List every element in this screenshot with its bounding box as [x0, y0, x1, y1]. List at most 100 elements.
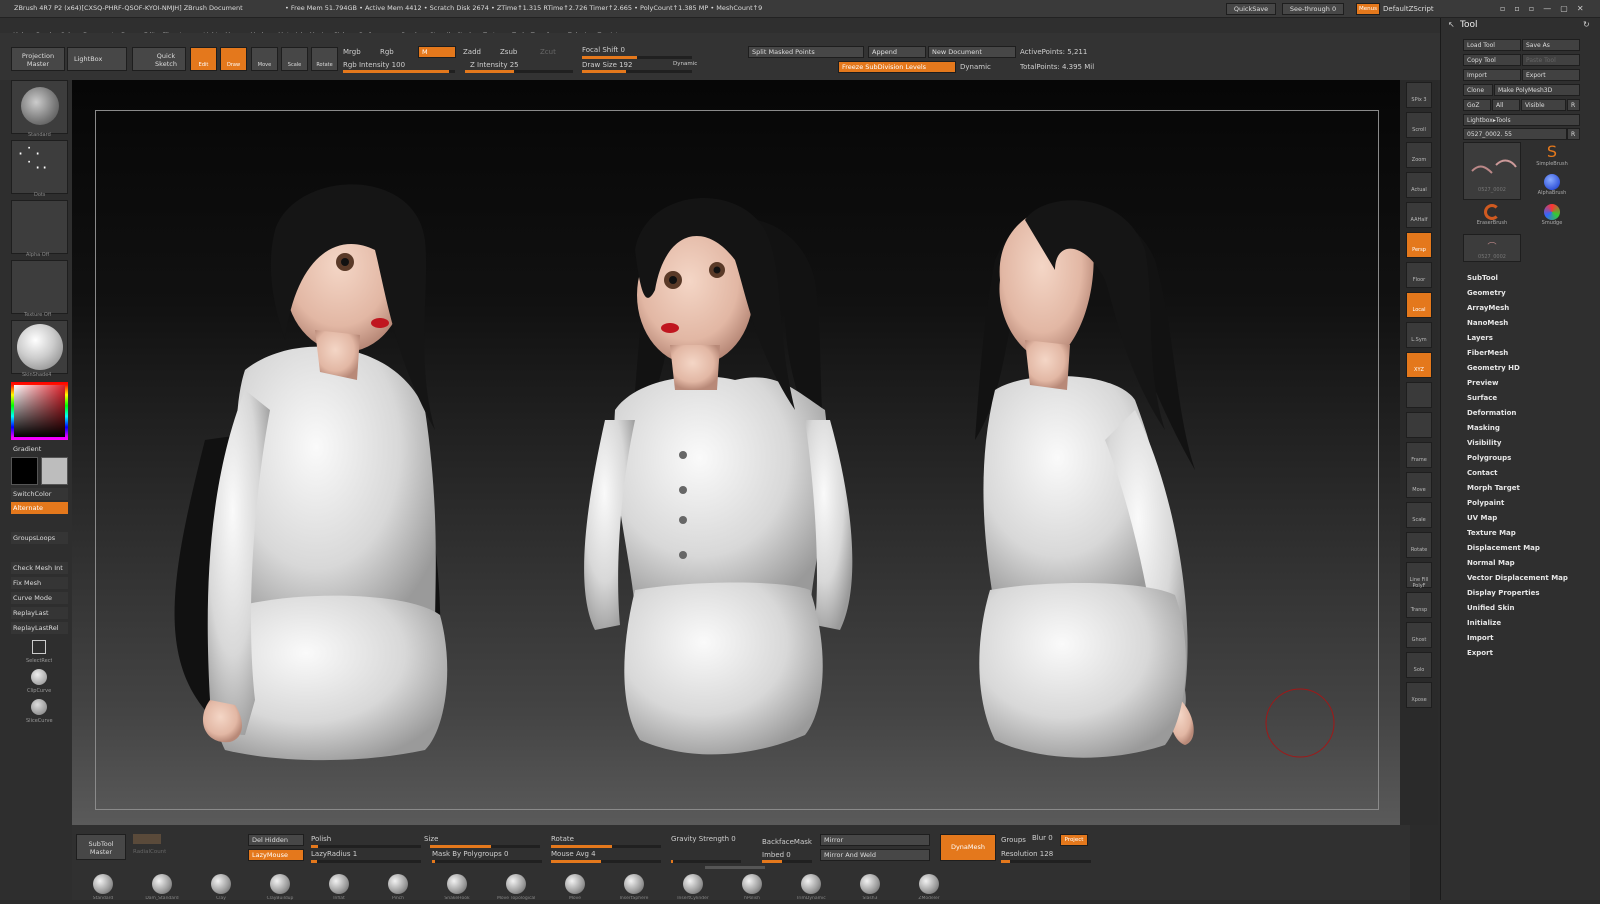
current-tool-r-button[interactable]: R	[1567, 128, 1580, 140]
brush-clay[interactable]: Clay	[202, 872, 240, 904]
freeze-subdivision-button[interactable]: Freeze SubDivision Levels	[838, 61, 956, 73]
tool-section-normal-map[interactable]: Normal Map	[1467, 559, 1515, 567]
brush-zmodeler[interactable]: ZModeler	[910, 872, 948, 904]
mrgb-button[interactable]: Mrgb	[343, 48, 361, 56]
clone-button[interactable]: Clone	[1463, 84, 1493, 96]
paste-tool-button[interactable]: Paste Tool	[1522, 54, 1580, 66]
right-shelf-btn-2[interactable]: Zoom	[1406, 142, 1432, 168]
import-button[interactable]: Import	[1463, 69, 1521, 81]
mirror-button[interactable]: Mirror	[820, 834, 930, 846]
tool-section-morph-target[interactable]: Morph Target	[1467, 484, 1520, 492]
tool-section-unified-skin[interactable]: Unified Skin	[1467, 604, 1515, 612]
tool-section-display-properties[interactable]: Display Properties	[1467, 589, 1540, 597]
brush-claybuildup[interactable]: ClayBuildup	[261, 872, 299, 904]
gravity-slider[interactable]	[671, 860, 741, 863]
lightbox-tools-button[interactable]: Lightbox▸Tools	[1463, 114, 1580, 126]
tool-section-texture-map[interactable]: Texture Map	[1467, 529, 1516, 537]
select-rect-icon[interactable]	[32, 640, 46, 654]
right-shelf-btn-9[interactable]: XYZ	[1406, 352, 1432, 378]
polish-slider[interactable]	[311, 845, 421, 848]
clip-curve-icon[interactable]	[31, 669, 47, 685]
brush-move-topological[interactable]: Move Topological	[497, 872, 535, 904]
dynamic-subdiv-toggle[interactable]: Dynamic	[960, 63, 991, 71]
tool-section-polygroups[interactable]: Polygroups	[1467, 454, 1511, 462]
split-masked-points-button[interactable]: Split Masked Points	[748, 46, 864, 58]
mouse-avg-slider[interactable]	[551, 860, 661, 863]
right-shelf-btn-7[interactable]: Local	[1406, 292, 1432, 318]
tool-section-fibermesh[interactable]: FiberMesh	[1467, 349, 1508, 357]
texture-thumbnail[interactable]	[11, 260, 68, 314]
right-shelf-btn-5[interactable]: Persp	[1406, 232, 1432, 258]
tool-section-import[interactable]: Import	[1467, 634, 1494, 642]
tool-thumb-main[interactable]: 0527_0002	[1463, 142, 1521, 200]
check-mesh-button[interactable]: Check Mesh Int	[11, 562, 68, 574]
stroke-thumbnail[interactable]: ·˙· ˙··	[11, 140, 68, 194]
fix-mesh-button[interactable]: Fix Mesh	[11, 577, 68, 589]
window-controls[interactable]: ▫▫▫—▢✕	[1500, 4, 1596, 14]
switch-color-button[interactable]: SwitchColor	[11, 488, 68, 500]
current-tool-slider[interactable]: 0527_0002. 55	[1463, 128, 1567, 140]
right-shelf-btn-20[interactable]: Xpose	[1406, 682, 1432, 708]
lightbox-button[interactable]: LightBox	[67, 47, 127, 71]
quick-sketch-button[interactable]: Quick Sketch	[132, 47, 186, 71]
rotate-slider[interactable]	[551, 845, 661, 848]
scale-button[interactable]: Scale	[281, 47, 308, 71]
rotate-button[interactable]: Rotate	[311, 47, 338, 71]
right-shelf-btn-18[interactable]: Ghost	[1406, 622, 1432, 648]
tool-section-geometry[interactable]: Geometry	[1467, 289, 1506, 297]
tool-section-contact[interactable]: Contact	[1467, 469, 1498, 477]
brush-slash3[interactable]: Slash3	[851, 872, 889, 904]
right-shelf-btn-4[interactable]: AAHalf	[1406, 202, 1432, 228]
imbed-slider[interactable]	[762, 860, 812, 863]
right-shelf-btn-3[interactable]: Actual	[1406, 172, 1432, 198]
tool-thumb-secondary[interactable]: ⌒ 0527_0002	[1463, 234, 1521, 262]
sculpt-model[interactable]	[95, 110, 1379, 810]
tool-section-vector-displacement-map[interactable]: Vector Displacement Map	[1467, 574, 1568, 582]
dynamic-toggle[interactable]: Dynamic	[673, 61, 697, 67]
new-document-button[interactable]: New Document	[928, 46, 1016, 58]
lazyradius-slider[interactable]	[311, 860, 421, 863]
replay-last-button[interactable]: ReplayLast	[11, 607, 68, 619]
brush-trimdynamic[interactable]: TrimDynamic	[792, 872, 830, 904]
tool-section-displacement-map[interactable]: Displacement Map	[1467, 544, 1540, 552]
groups-toggle[interactable]: Groups	[1001, 836, 1026, 844]
tool-section-arraymesh[interactable]: ArrayMesh	[1467, 304, 1509, 312]
tool-section-layers[interactable]: Layers	[1467, 334, 1493, 342]
brush-standard[interactable]: Standard	[84, 872, 122, 904]
export-button[interactable]: Export	[1522, 69, 1580, 81]
mirror-and-weld-button[interactable]: Mirror And Weld	[820, 849, 930, 861]
right-shelf-btn-19[interactable]: Solo	[1406, 652, 1432, 678]
m-button[interactable]: M	[418, 46, 456, 58]
see-through-slider[interactable]: See-through 0	[1282, 3, 1344, 15]
tool-thumb-smudge[interactable]: Smudge	[1527, 204, 1577, 234]
brush-pinch[interactable]: Pinch	[379, 872, 417, 904]
lazymouse-button[interactable]: LazyMouse	[248, 849, 304, 861]
edit-button[interactable]: Edit	[190, 47, 217, 71]
append-button[interactable]: Append	[868, 46, 926, 58]
draw-size-slider[interactable]	[582, 70, 692, 73]
dynamesh-button[interactable]: DynaMesh	[940, 834, 996, 861]
brush-thumbnail[interactable]	[11, 80, 68, 134]
right-shelf-btn-8[interactable]: L.Sym	[1406, 322, 1432, 348]
right-shelf-btn-6[interactable]: Floor	[1406, 262, 1432, 288]
brush-insertsphere[interactable]: InsertSphere	[615, 872, 653, 904]
radial-count-slider[interactable]: RadialCount	[133, 849, 166, 855]
tool-section-uv-map[interactable]: UV Map	[1467, 514, 1497, 522]
brush-snakehook[interactable]: SnakeHook	[438, 872, 476, 904]
pin-icon[interactable]: ↖	[1448, 20, 1455, 29]
alternate-button[interactable]: Alternate	[11, 502, 68, 514]
gradient-toggle[interactable]: Gradient	[11, 443, 68, 455]
tool-section-polypaint[interactable]: Polypaint	[1467, 499, 1504, 507]
curve-mode-button[interactable]: Curve Mode	[11, 592, 68, 604]
copy-tool-button[interactable]: Copy Tool	[1463, 54, 1521, 66]
draw-button[interactable]: Draw	[220, 47, 247, 71]
size-slider[interactable]	[430, 845, 540, 848]
goz-button[interactable]: GoZ	[1463, 99, 1491, 111]
right-shelf-btn-16[interactable]: Line Fill PolyF	[1406, 562, 1432, 589]
tool-thumb-simplebrush[interactable]: S SimpleBrush	[1527, 142, 1577, 172]
right-shelf-btn-13[interactable]: Move	[1406, 472, 1432, 498]
tool-section-masking[interactable]: Masking	[1467, 424, 1500, 432]
make-polymesh-button[interactable]: Make PolyMesh3D	[1494, 84, 1580, 96]
goz-visible-button[interactable]: Visible	[1521, 99, 1566, 111]
tool-section-surface[interactable]: Surface	[1467, 394, 1497, 402]
